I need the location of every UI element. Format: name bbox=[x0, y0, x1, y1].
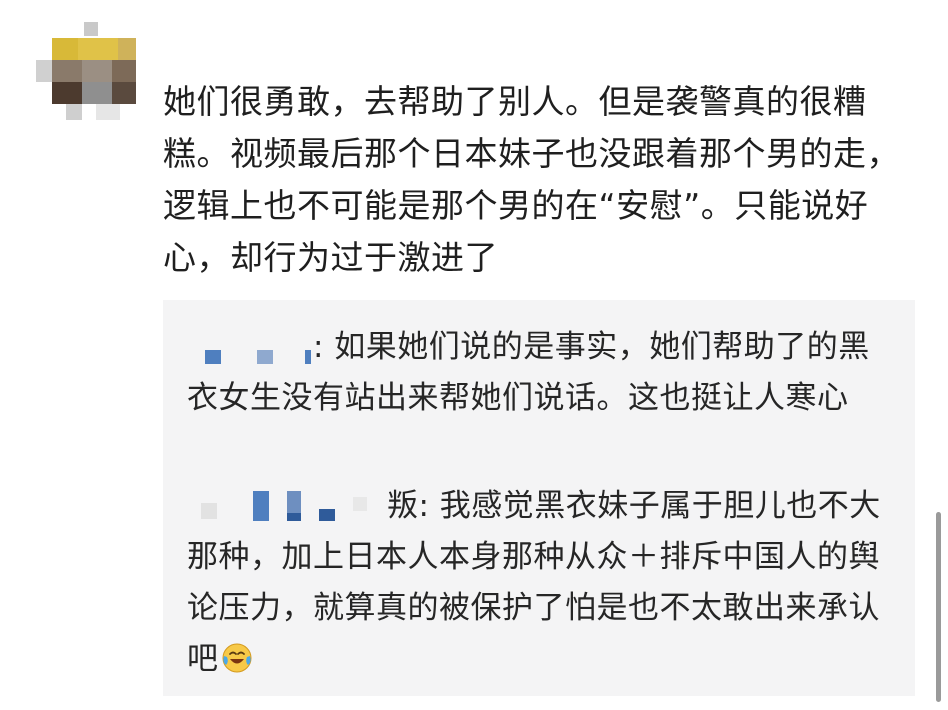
comment-text: 她们很勇敢，去帮助了别人。但是袭警真的很糟糕。视频最后那个日本妹子也没跟着那个男… bbox=[163, 82, 900, 277]
reply-username-suffix[interactable]: 叛: bbox=[387, 488, 429, 524]
laughing-crying-emoji-icon bbox=[222, 643, 251, 673]
username-mosaic[interactable] bbox=[187, 334, 313, 364]
reply-thread[interactable]: : 如果她们说的是事实，她们帮助了的黑衣女生没有站出来帮她们说话。这也挺让人寒心… bbox=[163, 300, 915, 696]
reply-username-suffix[interactable]: : bbox=[313, 329, 324, 365]
username-mosaic[interactable] bbox=[187, 490, 387, 525]
reply-item[interactable]: : 如果她们说的是事实，她们帮助了的黑衣女生没有站出来帮她们说话。这也挺让人寒心 bbox=[187, 322, 891, 424]
reply-item[interactable]: 叛: 我感觉黑衣妹子属于胆儿也不大那种，加上日本人本身那种从众＋排斥中国人的舆论… bbox=[187, 481, 891, 685]
scrollbar[interactable] bbox=[936, 512, 941, 702]
avatar[interactable] bbox=[36, 22, 140, 126]
